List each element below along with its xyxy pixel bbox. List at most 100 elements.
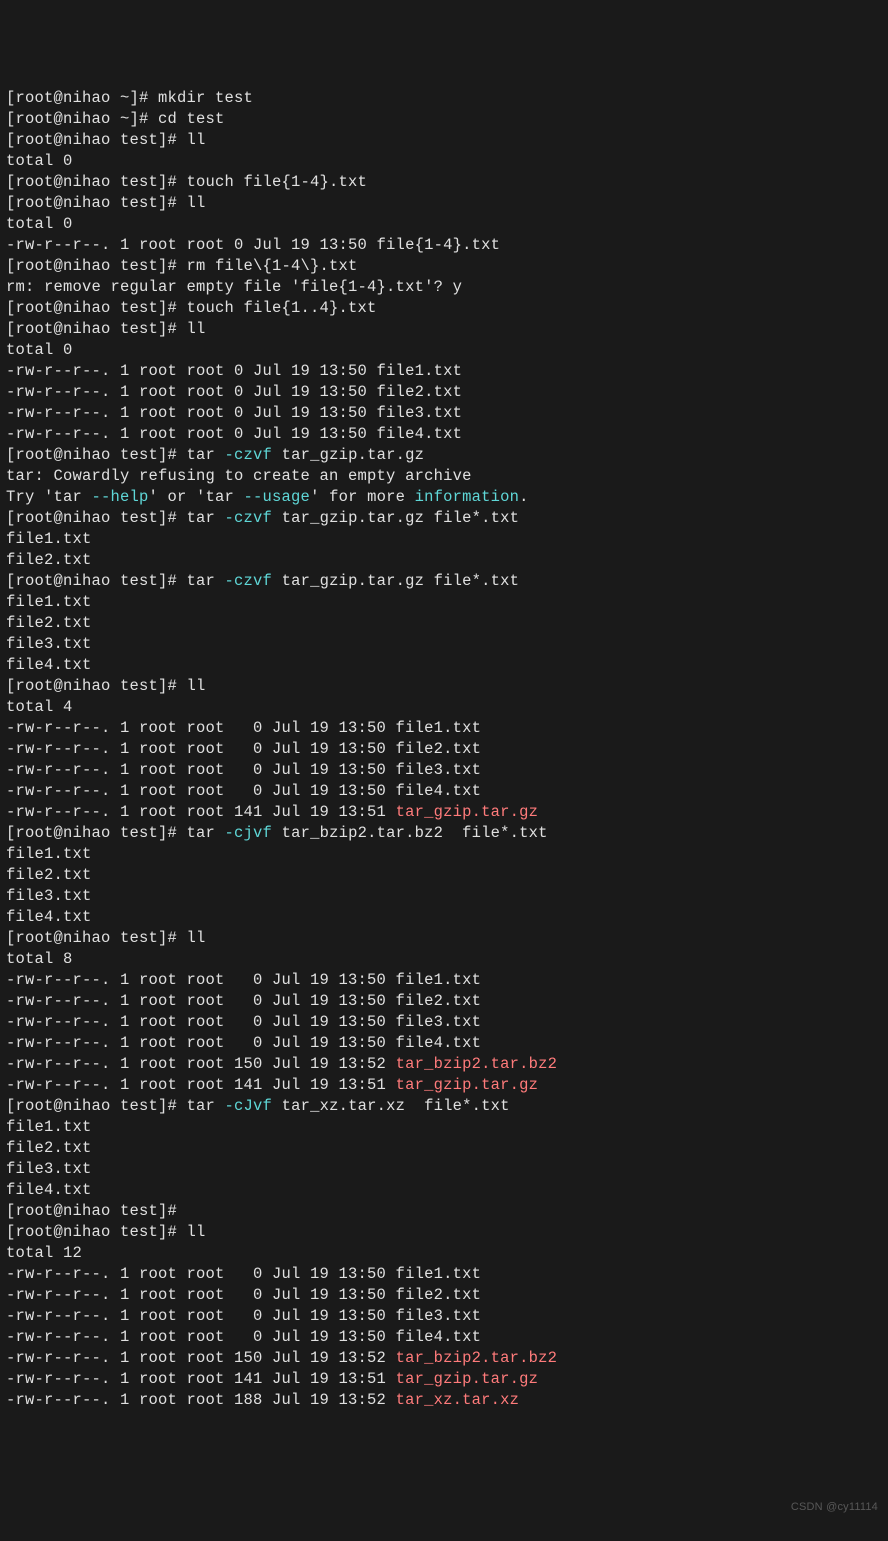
terminal-line: -rw-r--r--. 1 root root 141 Jul 19 13:51…: [6, 1369, 882, 1390]
terminal-line: -rw-r--r--. 1 root root 188 Jul 19 13:52…: [6, 1390, 882, 1411]
terminal-line: -rw-r--r--. 1 root root 150 Jul 19 13:52…: [6, 1054, 882, 1075]
terminal-segment: -cjvf: [225, 824, 273, 842]
terminal-line: -rw-r--r--. 1 root root 0 Jul 19 13:50 f…: [6, 1033, 882, 1054]
terminal-segment: -rw-r--r--. 1 root root 0 Jul 19 13:50 f…: [6, 1286, 481, 1304]
terminal-segment: -rw-r--r--. 1 root root 0 Jul 19 13:50 f…: [6, 362, 462, 380]
terminal-segment: file2.txt: [6, 614, 92, 632]
terminal-segment: -cJvf: [225, 1097, 273, 1115]
terminal-segment: -rw-r--r--. 1 root root 0 Jul 19 13:50 f…: [6, 383, 462, 401]
terminal-line: -rw-r--r--. 1 root root 0 Jul 19 13:50 f…: [6, 1264, 882, 1285]
terminal-segment: -rw-r--r--. 1 root root 0 Jul 19 13:50 f…: [6, 425, 462, 443]
terminal-segment: -rw-r--r--. 1 root root 0 Jul 19 13:50 f…: [6, 1034, 481, 1052]
terminal-segment: tar_gzip.tar.gz: [396, 1370, 539, 1388]
terminal-line: total 8: [6, 949, 882, 970]
terminal-line: file2.txt: [6, 550, 882, 571]
terminal-line: [root@nihao test]# tar -cjvf tar_bzip2.t…: [6, 823, 882, 844]
terminal-segment: [root@nihao ~]# mkdir test: [6, 89, 253, 107]
terminal-line: file4.txt: [6, 655, 882, 676]
terminal-segment: -rw-r--r--. 1 root root 0 Jul 19 13:50 f…: [6, 1328, 481, 1346]
terminal-line: [root@nihao test]# touch file{1..4}.txt: [6, 298, 882, 319]
terminal-segment: total 12: [6, 1244, 82, 1262]
terminal-line: [root@nihao test]# tar -czvf tar_gzip.ta…: [6, 571, 882, 592]
terminal-line: -rw-r--r--. 1 root root 0 Jul 19 13:50 f…: [6, 1285, 882, 1306]
terminal-line: [root@nihao test]# ll: [6, 928, 882, 949]
terminal-line: file1.txt: [6, 592, 882, 613]
terminal-line: [root@nihao ~]# mkdir test: [6, 88, 882, 109]
terminal-segment: tar_gzip.tar.gz: [396, 1076, 539, 1094]
terminal-line: -rw-r--r--. 1 root root 0 Jul 19 13:50 f…: [6, 1327, 882, 1348]
terminal-segment: -rw-r--r--. 1 root root 150 Jul 19 13:52: [6, 1055, 396, 1073]
terminal-line: -rw-r--r--. 1 root root 0 Jul 19 13:50 f…: [6, 1306, 882, 1327]
terminal-segment: file1.txt: [6, 1118, 92, 1136]
terminal-segment: total 8: [6, 950, 73, 968]
terminal-segment: tar_xz.tar.xz file*.txt: [272, 1097, 510, 1115]
terminal-segment: --usage: [244, 488, 311, 506]
terminal-line: [root@nihao ~]# cd test: [6, 109, 882, 130]
terminal-segment: ' or 'tar: [149, 488, 244, 506]
terminal-line: -rw-r--r--. 1 root root 150 Jul 19 13:52…: [6, 1348, 882, 1369]
terminal-segment: [root@nihao test]# ll: [6, 929, 206, 947]
terminal-line: -rw-r--r--. 1 root root 141 Jul 19 13:51…: [6, 1075, 882, 1096]
terminal-output[interactable]: [root@nihao ~]# mkdir test [root@nihao ~]…: [6, 88, 882, 1411]
terminal-segment: file3.txt: [6, 635, 92, 653]
terminal-segment: ' for more: [310, 488, 415, 506]
terminal-line: file1.txt: [6, 529, 882, 550]
terminal-segment: [root@nihao test]# tar: [6, 1097, 225, 1115]
terminal-line: file4.txt: [6, 1180, 882, 1201]
terminal-segment: tar_bzip2.tar.bz2 file*.txt: [272, 824, 548, 842]
terminal-line: file2.txt: [6, 613, 882, 634]
terminal-segment: [root@nihao test]# rm file\{1-4\}.txt: [6, 257, 358, 275]
terminal-line: -rw-r--r--. 1 root root 0 Jul 19 13:50 f…: [6, 970, 882, 991]
terminal-segment: [root@nihao ~]# cd test: [6, 110, 225, 128]
terminal-segment: tar_gzip.tar.gz: [396, 803, 539, 821]
terminal-line: [root@nihao test]# tar -czvf tar_gzip.ta…: [6, 445, 882, 466]
terminal-line: -rw-r--r--. 1 root root 0 Jul 19 13:50 f…: [6, 424, 882, 445]
terminal-line: [root@nihao test]# ll: [6, 676, 882, 697]
terminal-segment: -rw-r--r--. 1 root root 141 Jul 19 13:51: [6, 1076, 396, 1094]
terminal-line: [root@nihao test]# ll: [6, 1222, 882, 1243]
terminal-line: [root@nihao test]# ll: [6, 319, 882, 340]
terminal-line: total 0: [6, 151, 882, 172]
terminal-line: total 0: [6, 340, 882, 361]
terminal-line: -rw-r--r--. 1 root root 141 Jul 19 13:51…: [6, 802, 882, 823]
terminal-segment: file4.txt: [6, 908, 92, 926]
terminal-line: [root@nihao test]# tar -czvf tar_gzip.ta…: [6, 508, 882, 529]
terminal-line: -rw-r--r--. 1 root root 0 Jul 19 13:50 f…: [6, 1012, 882, 1033]
terminal-segment: file4.txt: [6, 1181, 92, 1199]
terminal-segment: -rw-r--r--. 1 root root 0 Jul 19 13:50 f…: [6, 740, 481, 758]
terminal-segment: [root@nihao test]# ll: [6, 320, 206, 338]
terminal-segment: -czvf: [225, 509, 273, 527]
terminal-line: -rw-r--r--. 1 root root 0 Jul 19 13:50 f…: [6, 781, 882, 802]
terminal-line: -rw-r--r--. 1 root root 0 Jul 19 13:50 f…: [6, 760, 882, 781]
terminal-segment: tar_bzip2.tar.bz2: [396, 1349, 558, 1367]
terminal-segment: file2.txt: [6, 1139, 92, 1157]
terminal-segment: -rw-r--r--. 1 root root 0 Jul 19 13:50 f…: [6, 782, 481, 800]
terminal-line: file3.txt: [6, 634, 882, 655]
terminal-line: -rw-r--r--. 1 root root 0 Jul 19 13:50 f…: [6, 991, 882, 1012]
terminal-line: file2.txt: [6, 1138, 882, 1159]
terminal-line: [root@nihao test]# touch file{1-4}.txt: [6, 172, 882, 193]
terminal-segment: file1.txt: [6, 593, 92, 611]
terminal-line: file3.txt: [6, 1159, 882, 1180]
terminal-segment: [root@nihao test]# touch file{1..4}.txt: [6, 299, 377, 317]
terminal-segment: file2.txt: [6, 866, 92, 884]
terminal-segment: tar: Cowardly refusing to create an empt…: [6, 467, 472, 485]
terminal-segment: [root@nihao test]# tar: [6, 824, 225, 842]
terminal-line: [root@nihao test]# ll: [6, 130, 882, 151]
terminal-line: total 4: [6, 697, 882, 718]
terminal-segment: tar_bzip2.tar.bz2: [396, 1055, 558, 1073]
terminal-line: [root@nihao test]#: [6, 1201, 882, 1222]
terminal-segment: [root@nihao test]#: [6, 1202, 177, 1220]
terminal-segment: total 0: [6, 341, 73, 359]
terminal-segment: [root@nihao test]# ll: [6, 131, 206, 149]
terminal-segment: -czvf: [225, 572, 273, 590]
terminal-line: file3.txt: [6, 886, 882, 907]
terminal-segment: .: [519, 488, 529, 506]
terminal-segment: [root@nihao test]# ll: [6, 194, 206, 212]
terminal-line: -rw-r--r--. 1 root root 0 Jul 19 13:50 f…: [6, 382, 882, 403]
watermark: CSDN @cy11114: [791, 1497, 878, 1518]
terminal-segment: -rw-r--r--. 1 root root 141 Jul 19 13:51: [6, 1370, 396, 1388]
terminal-line: file1.txt: [6, 1117, 882, 1138]
terminal-segment: -rw-r--r--. 1 root root 0 Jul 19 13:50 f…: [6, 719, 481, 737]
terminal-line: file2.txt: [6, 865, 882, 886]
